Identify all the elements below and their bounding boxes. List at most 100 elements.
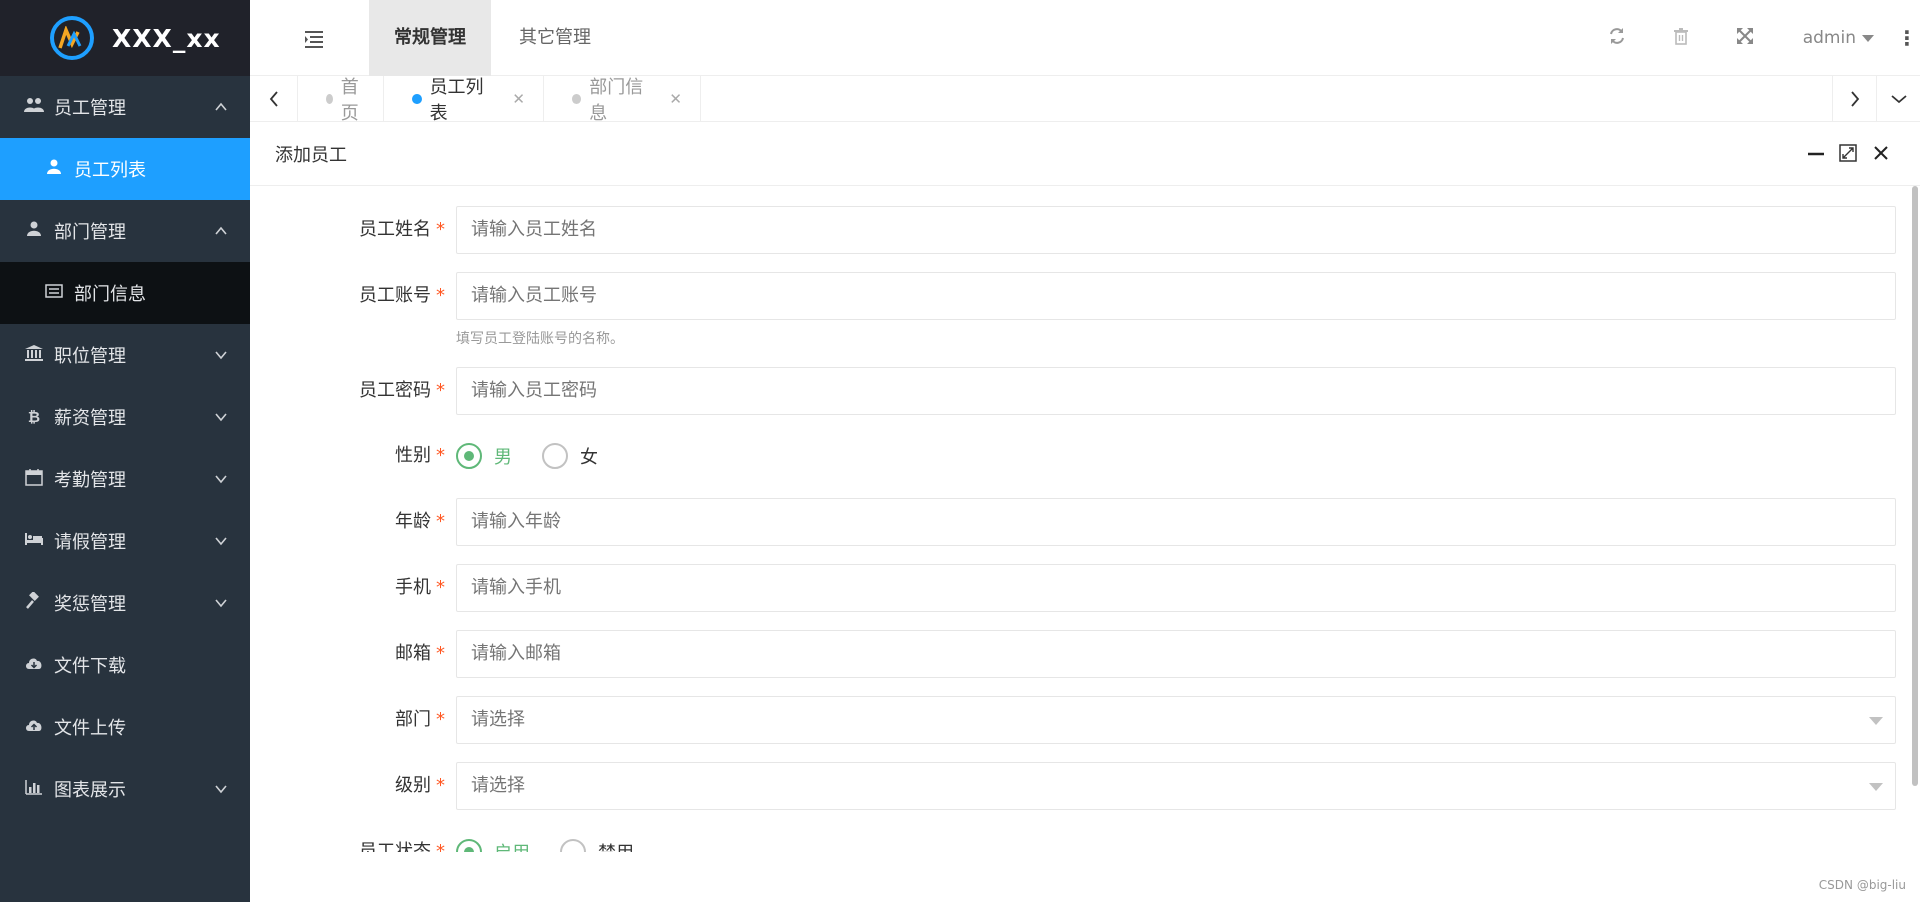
sidebar-item-leave-management[interactable]: 请假管理	[0, 510, 250, 572]
trash-icon[interactable]	[1649, 27, 1713, 50]
tab-status-dot	[326, 94, 333, 104]
tab-department-info[interactable]: 部门信息 ✕	[544, 76, 701, 124]
field-label: 邮箱 *	[395, 643, 445, 664]
sidebar-item-department-info[interactable]: 部门信息	[0, 262, 250, 324]
caret-down-icon	[1869, 717, 1883, 725]
sidebar-item-label: 部门管理	[54, 222, 126, 243]
sidebar-item-label: 请假管理	[54, 532, 126, 553]
header-tab-other[interactable]: 其它管理	[494, 0, 616, 76]
sidebar-item-salary-management[interactable]: ₿ 薪资管理	[0, 386, 250, 448]
tab-status-dot	[572, 94, 582, 104]
maximize-icon[interactable]	[1837, 142, 1859, 164]
account-hint: 填写员工登陆账号的名称。	[456, 331, 624, 347]
radio-circle	[456, 443, 482, 469]
chevron-down-icon	[214, 348, 228, 362]
menu-toggle-icon[interactable]	[304, 30, 324, 48]
gavel-icon	[24, 591, 44, 614]
list-icon	[44, 284, 64, 302]
sidebar-item-label: 薪资管理	[54, 408, 126, 429]
phone-input[interactable]: 请输入手机	[456, 564, 1896, 612]
chevron-down-icon	[214, 596, 228, 610]
sidebar-item-label: 文件上传	[54, 718, 126, 739]
field-label: 部门 *	[395, 709, 445, 730]
close-icon[interactable]: ✕	[512, 90, 525, 108]
employee-account-input[interactable]: 请输入员工账号	[456, 272, 1896, 320]
sidebar-item-file-upload[interactable]: 文件上传	[0, 696, 250, 758]
tabs-scroll-right-icon[interactable]	[1832, 76, 1876, 122]
field-label: 员工账号 *	[359, 285, 445, 306]
sidebar-item-employee-management[interactable]: 员工管理	[0, 76, 250, 138]
users-icon	[24, 97, 44, 117]
cloud-upload-icon	[24, 717, 44, 737]
bank-icon	[24, 344, 44, 366]
sidebar-item-label: 考勤管理	[54, 470, 126, 491]
chevron-up-icon	[214, 224, 228, 238]
sidebar-item-employee-list[interactable]: 员工列表	[0, 138, 250, 200]
calendar-icon	[24, 468, 44, 490]
app-title: XXX_xx	[112, 23, 221, 53]
header-right: admin ⋮	[1585, 0, 1920, 76]
refresh-icon[interactable]	[1585, 27, 1649, 50]
chevron-down-icon	[214, 782, 228, 796]
sidebar-item-label: 部门信息	[74, 284, 146, 305]
level-select[interactable]: 请选择	[456, 762, 1896, 810]
add-employee-dialog: 添加员工 员工姓名 * 请输入员工姓名 员工账号 * 请输入员工账号 填写员工登陆账…	[250, 122, 1920, 902]
field-label: 年龄 *	[395, 511, 445, 532]
user-menu[interactable]: admin	[1777, 28, 1894, 48]
chevron-up-icon	[214, 100, 228, 114]
sidebar-item-label: 文件下载	[54, 656, 126, 677]
close-icon[interactable]: ✕	[669, 90, 682, 108]
sidebar-item-attendance-management[interactable]: 考勤管理	[0, 448, 250, 510]
department-select[interactable]: 请选择	[456, 696, 1896, 744]
select-placeholder: 请选择	[471, 775, 525, 796]
submenu-department: 部门信息	[0, 262, 250, 324]
dialog-header: 添加员工	[250, 122, 1920, 186]
close-icon[interactable]	[1870, 142, 1892, 164]
tab-label: 部门信息	[589, 77, 644, 124]
caret-down-icon	[1869, 783, 1883, 791]
logo-bar[interactable]: XXX_xx	[0, 0, 250, 76]
radio-circle	[560, 839, 586, 852]
tab-employee-list[interactable]: 员工列表 ✕	[384, 76, 544, 124]
sidebar-item-label: 图表展示	[54, 780, 126, 801]
more-vertical-icon[interactable]: ⋮	[1894, 26, 1920, 50]
tabs-menu-chevron-down-icon[interactable]	[1876, 76, 1920, 122]
submenu-employee: 员工列表	[0, 138, 250, 200]
gender-radio-male[interactable]: 男	[456, 443, 512, 469]
field-label: 员工姓名 *	[359, 219, 445, 240]
top-header: 常规管理 其它管理 admin ⋮	[250, 0, 1920, 76]
fullscreen-icon[interactable]	[1713, 27, 1777, 50]
username: admin	[1802, 28, 1856, 48]
status-radio-disabled[interactable]: 禁用	[560, 839, 634, 852]
sidebar-item-position-management[interactable]: 职位管理	[0, 324, 250, 386]
radio-circle	[542, 443, 568, 469]
email-input[interactable]: 请输入邮箱	[456, 630, 1896, 678]
sidebar-item-label: 职位管理	[54, 346, 126, 367]
employee-name-input[interactable]: 请输入员工姓名	[456, 206, 1896, 254]
tab-home[interactable]: 首页	[298, 76, 384, 124]
gender-radio-female[interactable]: 女	[542, 443, 598, 469]
user-icon	[24, 221, 44, 241]
bitcoin-icon: ₿	[27, 408, 41, 426]
sidebar: XXX_xx 员工管理 员工列表 部门管理 部门信息 职位管理 ₿ 薪资管理 考…	[0, 0, 250, 902]
chevron-down-icon	[214, 472, 228, 486]
user-icon	[44, 159, 64, 179]
sidebar-item-department-management[interactable]: 部门管理	[0, 200, 250, 262]
sidebar-item-reward-punishment-management[interactable]: 奖惩管理	[0, 572, 250, 634]
tabs-scroll-left-icon[interactable]	[250, 76, 298, 122]
dialog-title: 添加员工	[275, 144, 347, 166]
employee-password-input[interactable]: 请输入员工密码	[456, 367, 1896, 415]
age-input[interactable]: 请输入年龄	[456, 498, 1896, 546]
status-radio-enabled[interactable]: 启用	[456, 839, 530, 852]
field-label: 性别 *	[395, 445, 445, 466]
minimize-icon[interactable]	[1805, 142, 1827, 164]
sidebar-item-chart-display[interactable]: 图表展示	[0, 758, 250, 820]
caret-down-icon	[1862, 34, 1874, 42]
sidebar-item-label: 员工列表	[74, 160, 146, 181]
chevron-down-icon	[214, 410, 228, 424]
tab-label: 首页	[340, 77, 359, 124]
tab-status-dot	[412, 94, 422, 104]
header-tab-general[interactable]: 常规管理	[369, 0, 491, 76]
sidebar-item-file-download[interactable]: 文件下载	[0, 634, 250, 696]
dialog-scrollbar[interactable]	[1912, 186, 1918, 786]
